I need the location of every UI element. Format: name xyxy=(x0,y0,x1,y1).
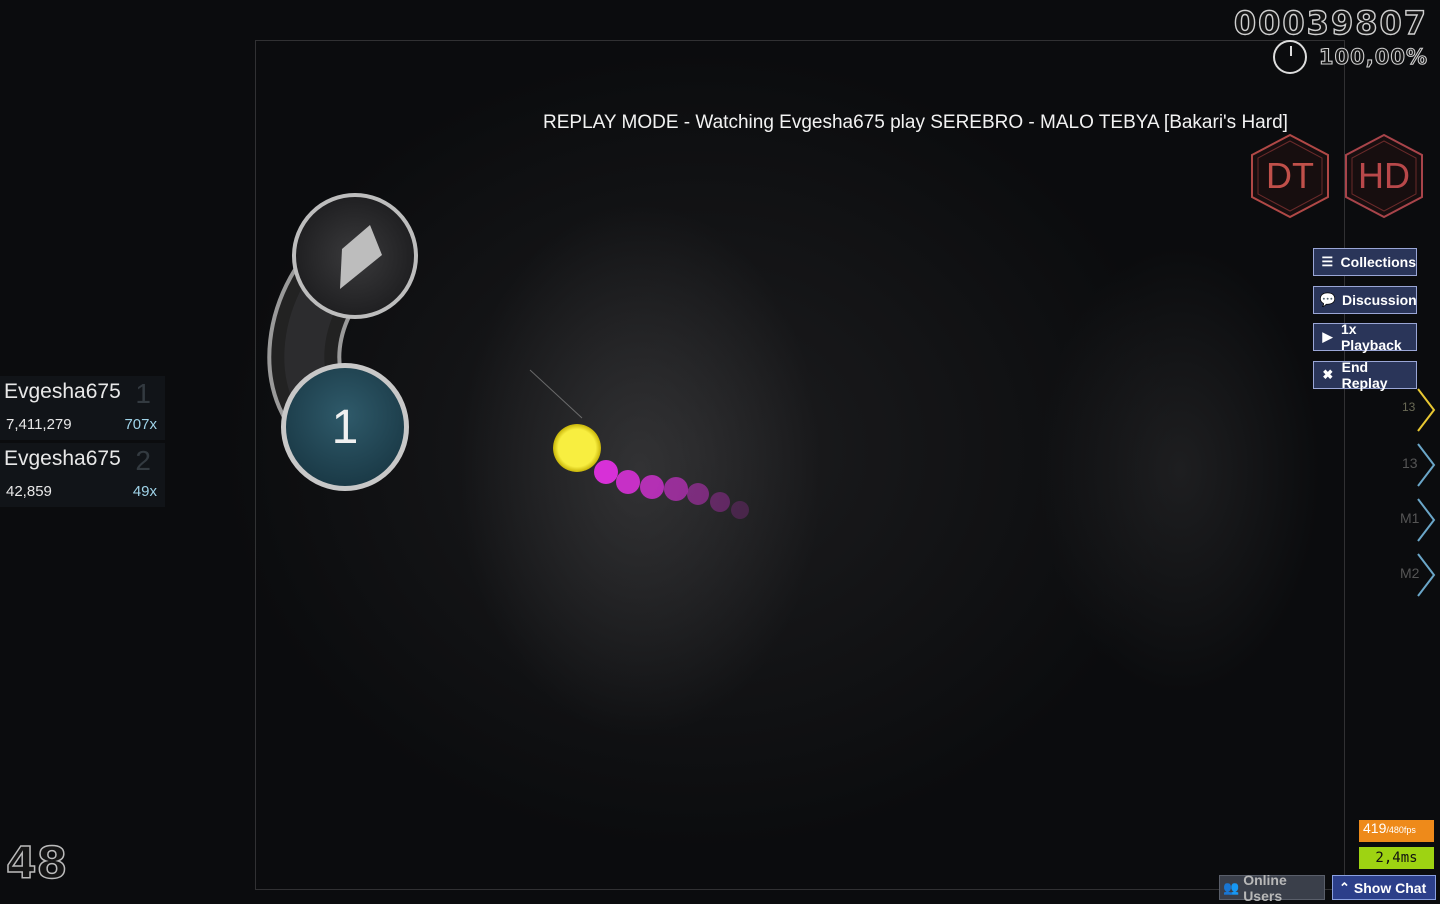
combo-counter: 48 xyxy=(5,837,68,890)
key-k1-count: 13 xyxy=(1402,400,1416,414)
fps-max: /480fps xyxy=(1386,825,1416,835)
chevron-up-icon: ⌃ xyxy=(1339,879,1350,895)
online-users-button[interactable]: 👥 Online Users xyxy=(1219,872,1325,904)
leaderboard-score: 7,411,279 xyxy=(6,416,72,433)
play-icon: ▶ xyxy=(1322,329,1333,344)
leaderboard-player-name: Evgesha675 xyxy=(4,380,121,403)
progress-pie-icon xyxy=(1272,40,1307,74)
discussion-button[interactable]: 💬 Discussion xyxy=(1313,286,1417,314)
accuracy-row: 100,00% xyxy=(1272,40,1428,74)
playback-label: 1x Playback xyxy=(1340,321,1402,353)
key-m2-label: M2 xyxy=(1400,565,1420,581)
list-icon: ☰ xyxy=(1321,254,1334,269)
leaderboard-entry: Evgesha675 1 7,411,279 707x xyxy=(0,376,165,440)
leaderboard-entry: Evgesha675 2 42,859 49x xyxy=(0,443,165,507)
mod-double-time-icon: DT xyxy=(1248,133,1332,219)
leaderboard-rank: 2 xyxy=(135,445,151,476)
mod-dt-label: DT xyxy=(1266,155,1314,196)
key-overlay-m2: M2 xyxy=(1400,550,1440,600)
key-overlay-m1: M1 xyxy=(1400,495,1440,545)
users-icon: 👥 xyxy=(1223,879,1240,895)
chat-bubble-icon: 💬 xyxy=(1319,292,1337,307)
hit-circle-number: 1 xyxy=(331,400,359,454)
leaderboard-combo: 49x xyxy=(132,483,157,500)
slider-reverse-arrow-icon xyxy=(340,225,382,289)
accuracy-display: 100,00% xyxy=(1318,44,1428,69)
discussion-label: Discussion xyxy=(1342,292,1417,308)
leaderboard-player-name: Evgesha675 xyxy=(4,447,121,470)
collections-label: Collections xyxy=(1340,254,1416,270)
leaderboard-score: 42,859 xyxy=(6,483,52,500)
mod-hd-label: HD xyxy=(1358,155,1410,196)
replay-mode-banner: REPLAY MODE - Watching Evgesha675 play S… xyxy=(543,112,1288,133)
slider-end-circle xyxy=(292,193,418,319)
cursor xyxy=(553,424,601,472)
frame-time-counter: 2,4ms xyxy=(1359,847,1434,869)
show-chat-label: Show Chat xyxy=(1353,879,1427,896)
key-k2-count: 13 xyxy=(1402,455,1418,471)
online-users-label: Online Users xyxy=(1243,871,1287,904)
fps-value: 419 xyxy=(1363,820,1387,836)
leaderboard-combo: 707x xyxy=(124,416,157,433)
key-overlay-k1: 13 xyxy=(1400,385,1440,435)
key-overlay-k2: 13 xyxy=(1400,440,1440,490)
score-counter: 00039807 xyxy=(1233,3,1428,42)
key-m1-label: M1 xyxy=(1400,510,1420,526)
show-chat-button[interactable]: ⌃ Show Chat xyxy=(1332,875,1436,900)
playback-speed-button[interactable]: ▶ 1x Playback xyxy=(1313,321,1417,353)
close-icon: ✖ xyxy=(1322,367,1334,382)
collections-button[interactable]: ☰ Collections xyxy=(1313,248,1417,276)
fps-counter: 419/480fps xyxy=(1359,820,1434,842)
leaderboard-rank: 1 xyxy=(135,378,151,409)
mod-hidden-icon: HD xyxy=(1342,133,1426,219)
hit-circle[interactable]: 1 xyxy=(281,363,409,491)
